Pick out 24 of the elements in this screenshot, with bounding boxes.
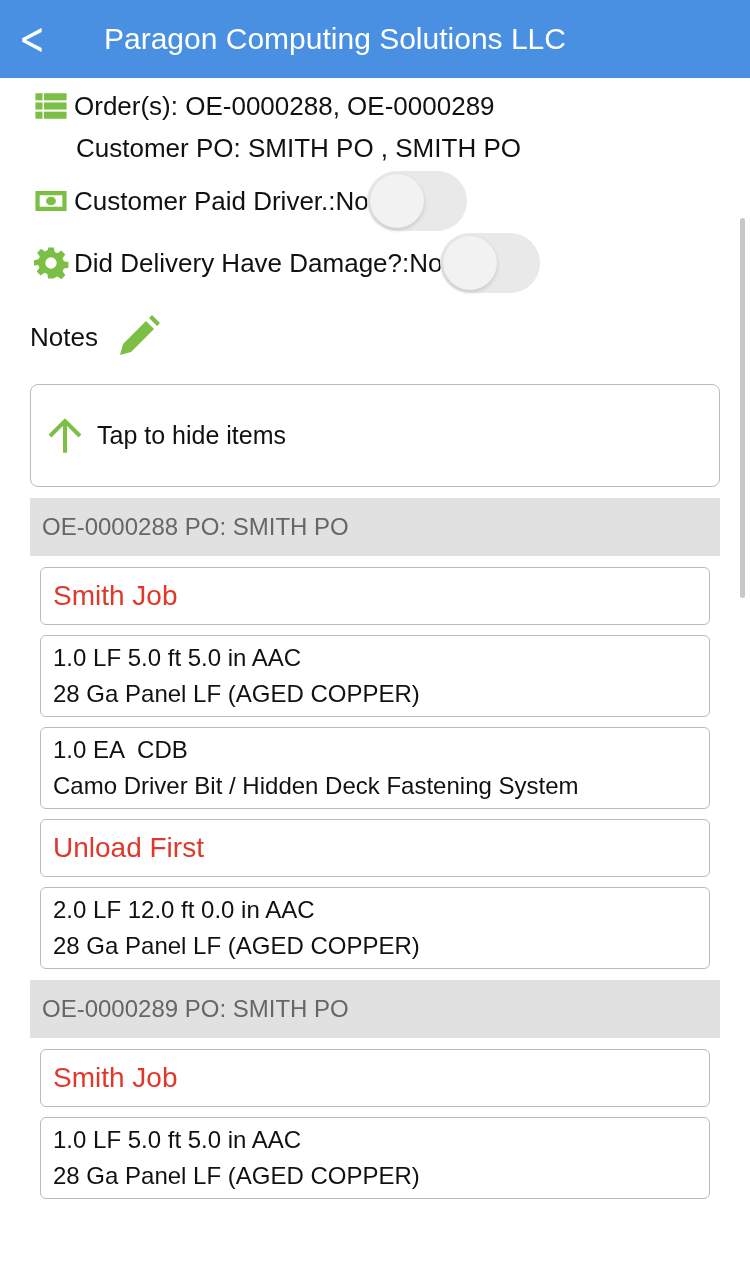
- line-item-card[interactable]: 2.0 LF 12.0 ft 0.0 in AAC 28 Ga Panel LF (AGED COPPER): [40, 887, 710, 969]
- line-item-card[interactable]: 1.0 LF 5.0 ft 5.0 in AAC 28 Ga Panel LF (AGED COPPER): [40, 635, 710, 717]
- item-quantity: 1.0 LF 5.0 ft 5.0 in AAC: [53, 1126, 303, 1154]
- toggle-label: Customer Paid Driver.:No: [74, 185, 369, 217]
- customer-po-text: Customer PO: SMITH PO , SMITH PO: [76, 132, 521, 164]
- item-quantity: 1.0 LF 5.0 ft 5.0 in AAC: [53, 644, 303, 672]
- line-item-card[interactable]: 1.0 LF 5.0 ft 5.0 in AAC 28 Ga Panel LF (AGED COPPER): [40, 1117, 710, 1199]
- hide-items-button[interactable]: Tap to hide items: [30, 384, 720, 487]
- item-quantity: 2.0 LF 12.0 ft 0.0 in AAC: [53, 896, 316, 924]
- header-title: Paragon Computing Solutions LLC: [104, 22, 566, 56]
- line-item-card[interactable]: 1.0 EA CDB Camo Driver Bit / Hidden Deck Fastening System: [40, 727, 710, 809]
- notes-label: Notes: [30, 321, 98, 353]
- item-description: 28 Ga Panel LF (AGED COPPER): [53, 932, 421, 960]
- item-description: 28 Ga Panel LF (AGED COPPER): [53, 680, 421, 708]
- orders-text: Order(s): OE-0000288, OE-0000289: [74, 90, 495, 122]
- item-description: 28 Ga Panel LF (AGED COPPER): [53, 1162, 421, 1190]
- item-quantity: 1.0 EA CDB: [53, 736, 189, 764]
- item-note: Smith Job: [40, 567, 710, 625]
- item-note: Smith Job: [40, 1049, 710, 1107]
- item-description: Camo Driver Bit / Hidden Deck Fastening System: [53, 772, 580, 800]
- order-header: OE-0000289 PO: SMITH PO: [30, 980, 720, 1038]
- order-header: OE-0000288 PO: SMITH PO: [30, 498, 720, 556]
- item-note: Unload First: [40, 819, 710, 877]
- toggle-label: Did Delivery Have Damage?:No: [74, 247, 443, 279]
